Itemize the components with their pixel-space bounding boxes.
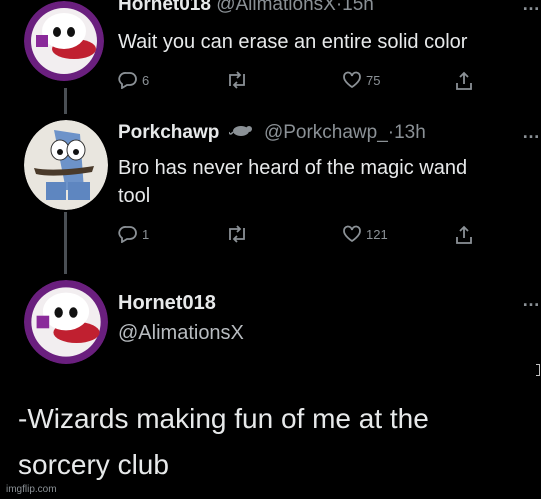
avatar[interactable]: [24, 1, 104, 81]
more-options-icon[interactable]: …: [522, 290, 540, 311]
reply-button[interactable]: 6: [118, 71, 149, 89]
display-name[interactable]: Porkchawp: [118, 122, 219, 143]
hornet-avatar-icon: [24, 280, 108, 364]
retweet-icon: [229, 71, 245, 89]
user-handle[interactable]: @Porkchawp_: [264, 122, 388, 143]
user-handle[interactable]: @AlimationsX: [216, 0, 336, 15]
heart-icon: [343, 225, 361, 243]
heart-icon: [343, 71, 361, 89]
retweet-button[interactable]: [226, 71, 248, 89]
porkchawp-avatar-icon: [24, 120, 108, 210]
user-handle[interactable]: @AlimationsX: [118, 322, 244, 345]
tweet-header: Porkchawp @Porkchawp_·13h: [118, 122, 426, 144]
like-count: 121: [366, 226, 388, 242]
tweet-text: Wait you can erase an entire solid color: [118, 31, 468, 53]
share-button[interactable]: [454, 225, 474, 245]
share-button[interactable]: [454, 71, 474, 91]
caption-line-2: sorcery club: [18, 449, 169, 480]
reply-button[interactable]: 1: [118, 225, 149, 243]
retweet-icon: [229, 225, 245, 243]
display-name[interactable]: Hornet018: [118, 292, 216, 315]
share-icon: [456, 225, 472, 244]
like-button[interactable]: 121: [342, 225, 388, 243]
thread-line: [64, 212, 67, 274]
watermark: imgflip.com: [6, 484, 57, 495]
more-options-icon[interactable]: …: [522, 0, 540, 15]
tweet-actions: 1 121: [118, 225, 498, 247]
tweet-actions: 6 75: [118, 71, 498, 93]
edge-bracket: [536, 364, 540, 376]
timestamp[interactable]: 15h: [342, 0, 374, 15]
tweet-text-line-2: tool: [118, 185, 151, 207]
more-options-icon[interactable]: …: [522, 122, 540, 143]
reply-count: 6: [142, 72, 150, 88]
avatar[interactable]: [24, 280, 108, 364]
display-name[interactable]: Hornet018: [118, 0, 211, 15]
share-icon: [456, 71, 472, 90]
thread-line: [64, 88, 67, 114]
avatar[interactable]: [24, 120, 108, 210]
hornet-avatar-icon: [24, 1, 104, 81]
rat-icon: [227, 122, 255, 144]
like-button[interactable]: 75: [342, 71, 380, 89]
reply-icon: [118, 72, 137, 89]
tweet-body: -Wizards making fun of me at the sorcery…: [18, 396, 429, 488]
like-count: 75: [366, 72, 381, 88]
timestamp[interactable]: 13h: [394, 122, 426, 143]
tweet-text-line-1: Bro has never heard of the magic wand: [118, 157, 468, 179]
tweet-header: Hornet018 @AlimationsX·15h: [118, 0, 374, 16]
reply-icon: [118, 226, 137, 243]
retweet-button[interactable]: [226, 225, 248, 243]
caption-line-1: -Wizards making fun of me at the: [18, 403, 429, 434]
reply-count: 1: [142, 226, 150, 242]
